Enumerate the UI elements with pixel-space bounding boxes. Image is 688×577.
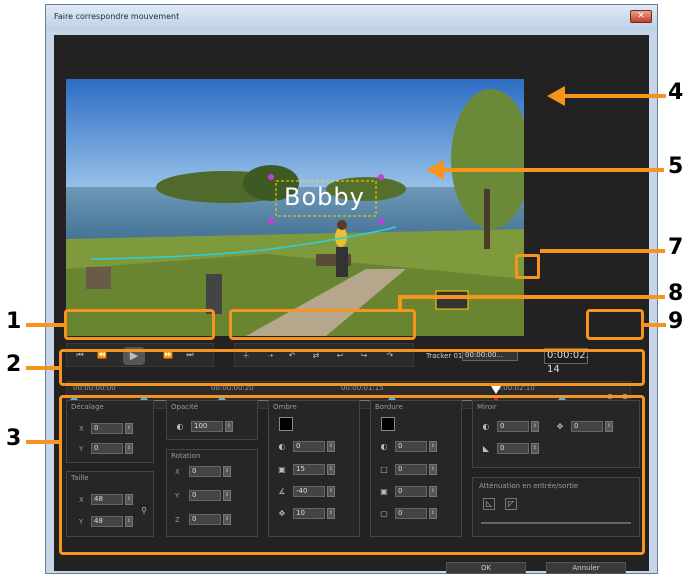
callout-line-8 bbox=[398, 295, 665, 299]
callout-number-3: 3 bbox=[6, 426, 22, 451]
callout-line-3 bbox=[26, 440, 59, 444]
ok-button[interactable]: OK bbox=[446, 562, 526, 574]
callout-box-9 bbox=[586, 309, 644, 340]
window-title: Faire correspondre mouvement bbox=[54, 12, 180, 21]
playhead[interactable] bbox=[491, 386, 501, 394]
callout-box-1 bbox=[64, 309, 215, 340]
callout-number-8: 8 bbox=[668, 281, 684, 306]
callout-number-1: 1 bbox=[6, 309, 22, 334]
caption-object[interactable]: Bobby bbox=[284, 183, 365, 211]
cancel-button[interactable]: Annuler bbox=[546, 562, 626, 574]
callout-box-7 bbox=[515, 254, 540, 279]
callout-line-2 bbox=[26, 366, 59, 370]
callout-line-8-vertical bbox=[398, 295, 402, 311]
title-bar: Faire correspondre mouvement ✕ bbox=[46, 5, 657, 31]
callout-line-9 bbox=[644, 323, 666, 327]
callout-line-1 bbox=[26, 323, 64, 327]
callout-box-8 bbox=[229, 309, 416, 340]
callout-number-2: 2 bbox=[6, 352, 22, 377]
callout-number-5: 5 bbox=[668, 154, 684, 179]
callout-line-7 bbox=[540, 249, 665, 253]
callout-box-3 bbox=[59, 395, 645, 555]
callout-arrow-5 bbox=[426, 160, 444, 180]
callout-number-7: 7 bbox=[668, 235, 684, 260]
callout-line-5 bbox=[440, 168, 664, 172]
callout-number-4: 4 bbox=[668, 80, 684, 105]
callout-line-4 bbox=[562, 94, 666, 98]
callout-number-9: 9 bbox=[668, 309, 684, 334]
callout-box-2 bbox=[59, 349, 645, 386]
close-button[interactable]: ✕ bbox=[630, 10, 652, 23]
callout-arrow-4 bbox=[547, 86, 565, 106]
